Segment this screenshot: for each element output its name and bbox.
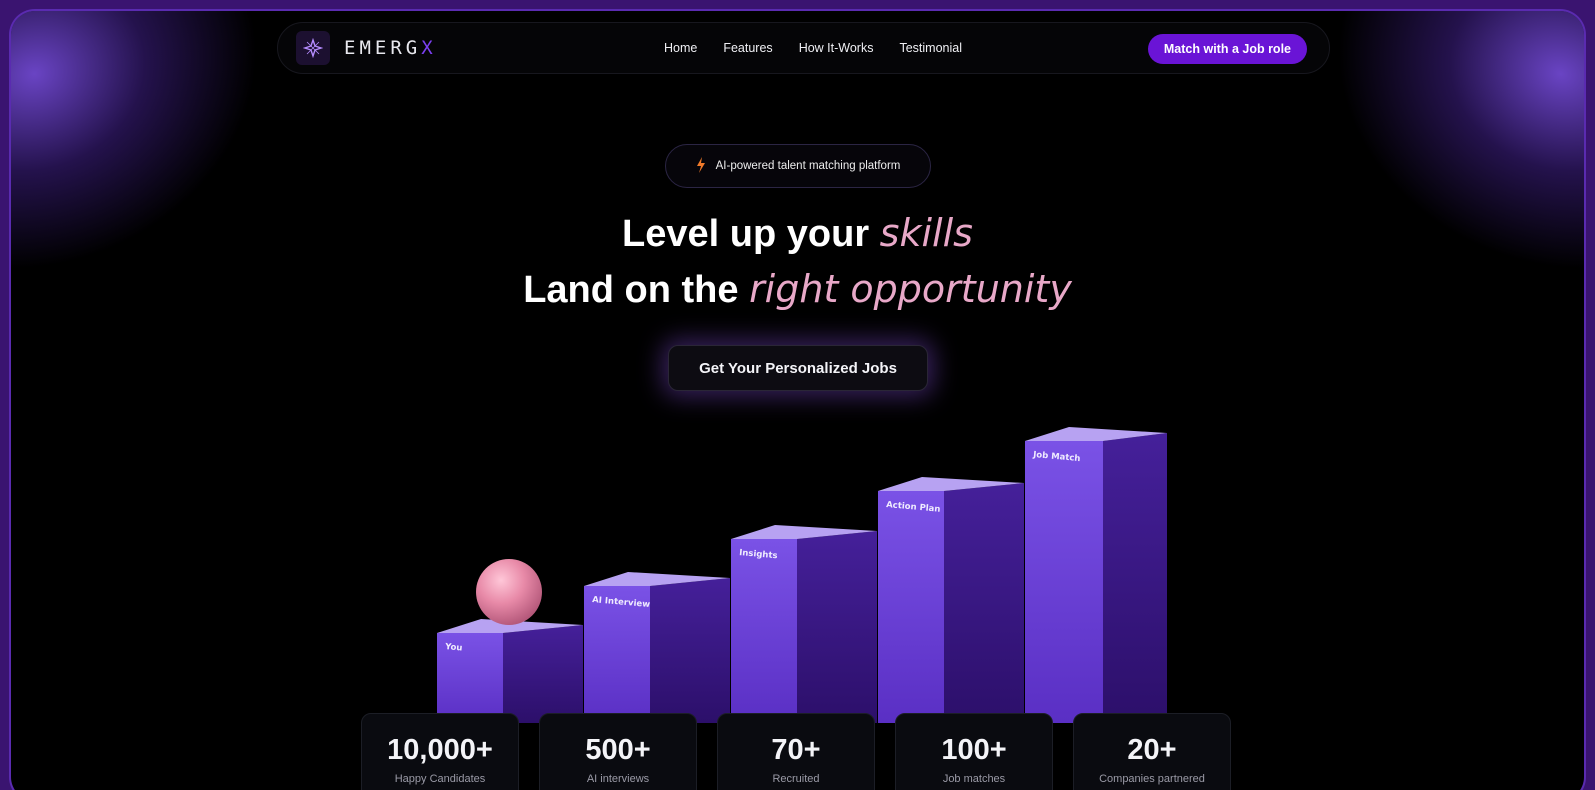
stat-card-candidates: 10,000+ Happy Candidates bbox=[361, 713, 519, 790]
bar-side bbox=[944, 483, 1024, 723]
stat-label: AI interviews bbox=[586, 773, 650, 785]
stat-value: 10,000+ bbox=[387, 734, 493, 766]
stat-value: 20+ bbox=[1127, 734, 1177, 766]
step-bar-job-match: Job Match bbox=[1025, 427, 1167, 723]
bar-side bbox=[1103, 433, 1167, 723]
stat-label: Companies partnered bbox=[1099, 773, 1205, 785]
pink-ball bbox=[476, 559, 542, 625]
bar-front bbox=[1025, 441, 1103, 723]
step-bar-you: You bbox=[437, 619, 583, 723]
step-bar-ai-interview: AI Interview bbox=[584, 572, 730, 723]
page-frame: EMERGX Home Features How It-Works Testim… bbox=[11, 11, 1584, 790]
stat-label: Happy Candidates bbox=[394, 773, 486, 785]
stats-row: 10,000+ Happy Candidates 500+ AI intervi… bbox=[361, 713, 1231, 790]
step-bar-insights: Insights bbox=[731, 525, 877, 723]
stat-value: 500+ bbox=[585, 734, 651, 766]
stat-label: Recruited bbox=[772, 773, 820, 785]
career-steps-illustration: You AI InterviewInsightsAction PlanJob Ma… bbox=[437, 427, 1167, 723]
stat-card-recruited: 70+ Recruited bbox=[717, 713, 875, 790]
stat-card-job-matches: 100+ Job matches bbox=[895, 713, 1053, 790]
step-bar-action-plan: Action Plan bbox=[878, 477, 1024, 723]
bar-side bbox=[797, 531, 877, 723]
bar-front bbox=[878, 491, 944, 723]
stat-value: 100+ bbox=[941, 734, 1007, 766]
bar-side bbox=[650, 578, 730, 723]
stat-value: 70+ bbox=[771, 734, 821, 766]
bar-side bbox=[503, 625, 583, 723]
stat-card-companies: 20+ Companies partnered bbox=[1073, 713, 1231, 790]
bar-front bbox=[731, 539, 797, 723]
stat-label: Job matches bbox=[942, 773, 1006, 785]
step-label-you: You bbox=[444, 642, 463, 654]
stat-card-interviews: 500+ AI interviews bbox=[539, 713, 697, 790]
